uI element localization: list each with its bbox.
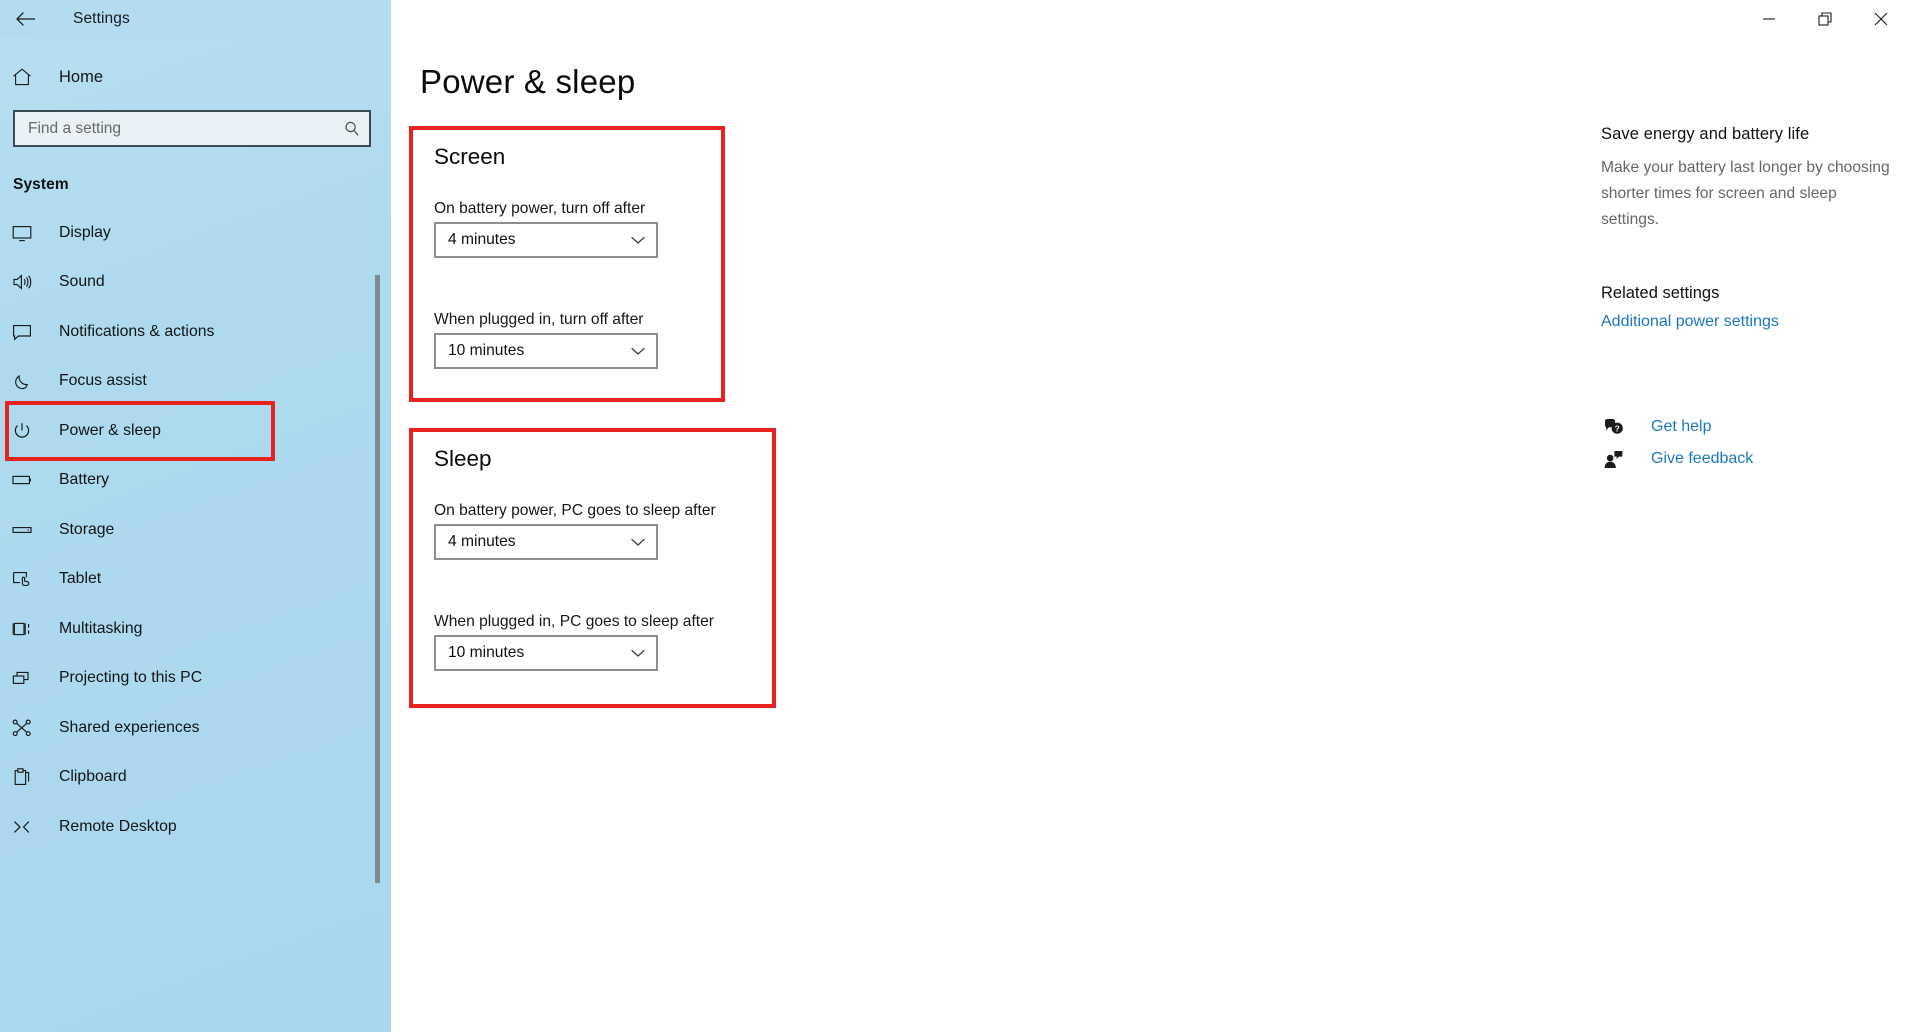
svg-text:?: ? xyxy=(1614,423,1619,433)
give-feedback-link[interactable]: Give feedback xyxy=(1600,443,1909,475)
screen-battery-label: On battery power, turn off after xyxy=(434,200,646,217)
back-button[interactable] xyxy=(8,2,44,36)
sidebar-item-label: Tablet xyxy=(59,570,102,588)
clipboard-icon xyxy=(11,766,45,788)
sidebar-nav-list: Display Sound Notifications & actions Fo… xyxy=(0,208,391,852)
sidebar-item-shared-experiences[interactable]: Shared experiences xyxy=(0,703,391,753)
tablet-icon xyxy=(11,568,45,590)
help-links: ? Get help Give feedback xyxy=(1600,411,1909,475)
chevron-down-icon xyxy=(620,346,656,356)
sleep-battery-dropdown[interactable]: 4 minutes xyxy=(434,524,658,560)
moon-icon xyxy=(11,370,45,392)
speaker-icon xyxy=(11,271,45,293)
share-nodes-icon xyxy=(11,717,45,739)
sidebar-item-label: Clipboard xyxy=(59,768,127,786)
sidebar-item-label: Projecting to this PC xyxy=(59,669,203,687)
search-container: Find a setting xyxy=(13,110,371,147)
sidebar-item-label: Power & sleep xyxy=(59,421,161,439)
home-icon xyxy=(11,66,51,88)
sleep-settings-section: Sleep On battery power, PC goes to sleep… xyxy=(409,428,776,708)
power-icon xyxy=(11,420,45,442)
chevron-down-icon xyxy=(620,235,656,245)
section-heading: Sleep xyxy=(434,446,492,471)
title-bar-left: Settings xyxy=(0,0,391,38)
sidebar-item-label: Shared experiences xyxy=(59,718,200,736)
sidebar-item-label: Display xyxy=(59,223,111,241)
sidebar-scrollbar[interactable] xyxy=(373,0,382,1032)
sidebar-item-focus-assist[interactable]: Focus assist xyxy=(0,357,391,407)
sidebar-item-remote-desktop[interactable]: Remote Desktop xyxy=(0,802,391,852)
main-content: Power & sleep Screen On battery power, t… xyxy=(391,0,1909,1032)
rail-heading: Save energy and battery life xyxy=(1601,125,1810,143)
sidebar-item-notifications[interactable]: Notifications & actions xyxy=(0,307,391,357)
sidebar-item-storage[interactable]: Storage xyxy=(0,505,391,555)
sidebar-section-title: System xyxy=(13,176,69,193)
section-heading: Screen xyxy=(434,144,506,169)
remote-desktop-icon xyxy=(11,816,45,838)
rail-description: Make your battery last longer by choosin… xyxy=(1601,159,1890,228)
sidebar-item-power-and-sleep[interactable]: Power & sleep xyxy=(0,401,391,461)
search-placeholder: Find a setting xyxy=(28,119,122,137)
help-link-label: Get help xyxy=(1651,418,1712,435)
sidebar-item-label: Focus assist xyxy=(59,372,147,390)
get-help-icon: ? xyxy=(1600,418,1626,437)
sidebar-item-label: Battery xyxy=(59,471,110,489)
close-button[interactable] xyxy=(1853,0,1909,38)
screen-plugged-label: When plugged in, turn off after xyxy=(434,311,644,328)
battery-icon xyxy=(11,469,45,491)
screen-battery-dropdown[interactable]: 4 minutes xyxy=(434,222,658,258)
dropdown-value: 4 minutes xyxy=(448,533,516,551)
sidebar-item-sound[interactable]: Sound xyxy=(0,258,391,308)
screen-plugged-dropdown[interactable]: 10 minutes xyxy=(434,333,658,369)
chat-bubble-icon xyxy=(11,321,45,343)
screen-settings-section: Screen On battery power, turn off after … xyxy=(409,126,725,402)
sidebar-item-label: Sound xyxy=(59,273,105,291)
drive-icon xyxy=(11,519,45,541)
settings-sidebar: Home Find a setting System Display Sound… xyxy=(0,0,391,1032)
sleep-battery-label: On battery power, PC goes to sleep after xyxy=(434,502,716,519)
sidebar-item-home[interactable]: Home xyxy=(0,50,391,104)
sidebar-item-tablet[interactable]: Tablet xyxy=(0,555,391,605)
page-title: Power & sleep xyxy=(420,63,636,100)
sidebar-item-clipboard[interactable]: Clipboard xyxy=(0,753,391,803)
window-controls xyxy=(1741,0,1909,38)
search-input[interactable]: Find a setting xyxy=(13,110,371,147)
minimize-button[interactable] xyxy=(1741,0,1797,38)
chevron-down-icon xyxy=(620,648,656,658)
sidebar-item-multitasking[interactable]: Multitasking xyxy=(0,604,391,654)
help-link-label: Give feedback xyxy=(1651,450,1754,467)
multitasking-icon xyxy=(11,618,45,640)
projecting-icon xyxy=(11,667,45,689)
right-rail: Save energy and battery life Make your b… xyxy=(1601,125,1909,331)
dropdown-value: 10 minutes xyxy=(448,342,525,360)
sidebar-item-label: Remote Desktop xyxy=(59,817,177,835)
restore-button[interactable] xyxy=(1797,0,1853,38)
related-settings-heading: Related settings xyxy=(1601,284,1720,302)
sidebar-item-projecting[interactable]: Projecting to this PC xyxy=(0,654,391,704)
sidebar-item-battery[interactable]: Battery xyxy=(0,456,391,506)
sidebar-item-label: Home xyxy=(59,67,104,86)
sleep-plugged-label: When plugged in, PC goes to sleep after xyxy=(434,613,714,630)
dropdown-value: 10 minutes xyxy=(448,644,525,662)
dropdown-value: 4 minutes xyxy=(448,231,516,249)
sidebar-item-display[interactable]: Display xyxy=(0,208,391,258)
monitor-icon xyxy=(11,222,45,244)
chevron-down-icon xyxy=(620,537,656,547)
sidebar-item-label: Notifications & actions xyxy=(59,322,215,340)
sidebar-item-label: Storage xyxy=(59,520,115,538)
sidebar-item-label: Multitasking xyxy=(59,619,143,637)
sleep-plugged-dropdown[interactable]: 10 minutes xyxy=(434,635,658,671)
sidebar-scrollbar-thumb[interactable] xyxy=(375,275,380,883)
additional-power-settings-link[interactable]: Additional power settings xyxy=(1601,313,1779,331)
search-icon[interactable] xyxy=(335,120,369,138)
window-title: Settings xyxy=(73,10,130,27)
get-help-link[interactable]: ? Get help xyxy=(1600,411,1909,443)
give-feedback-icon xyxy=(1600,450,1626,469)
settings-window: Home Find a setting System Display Sound… xyxy=(0,0,1909,1032)
